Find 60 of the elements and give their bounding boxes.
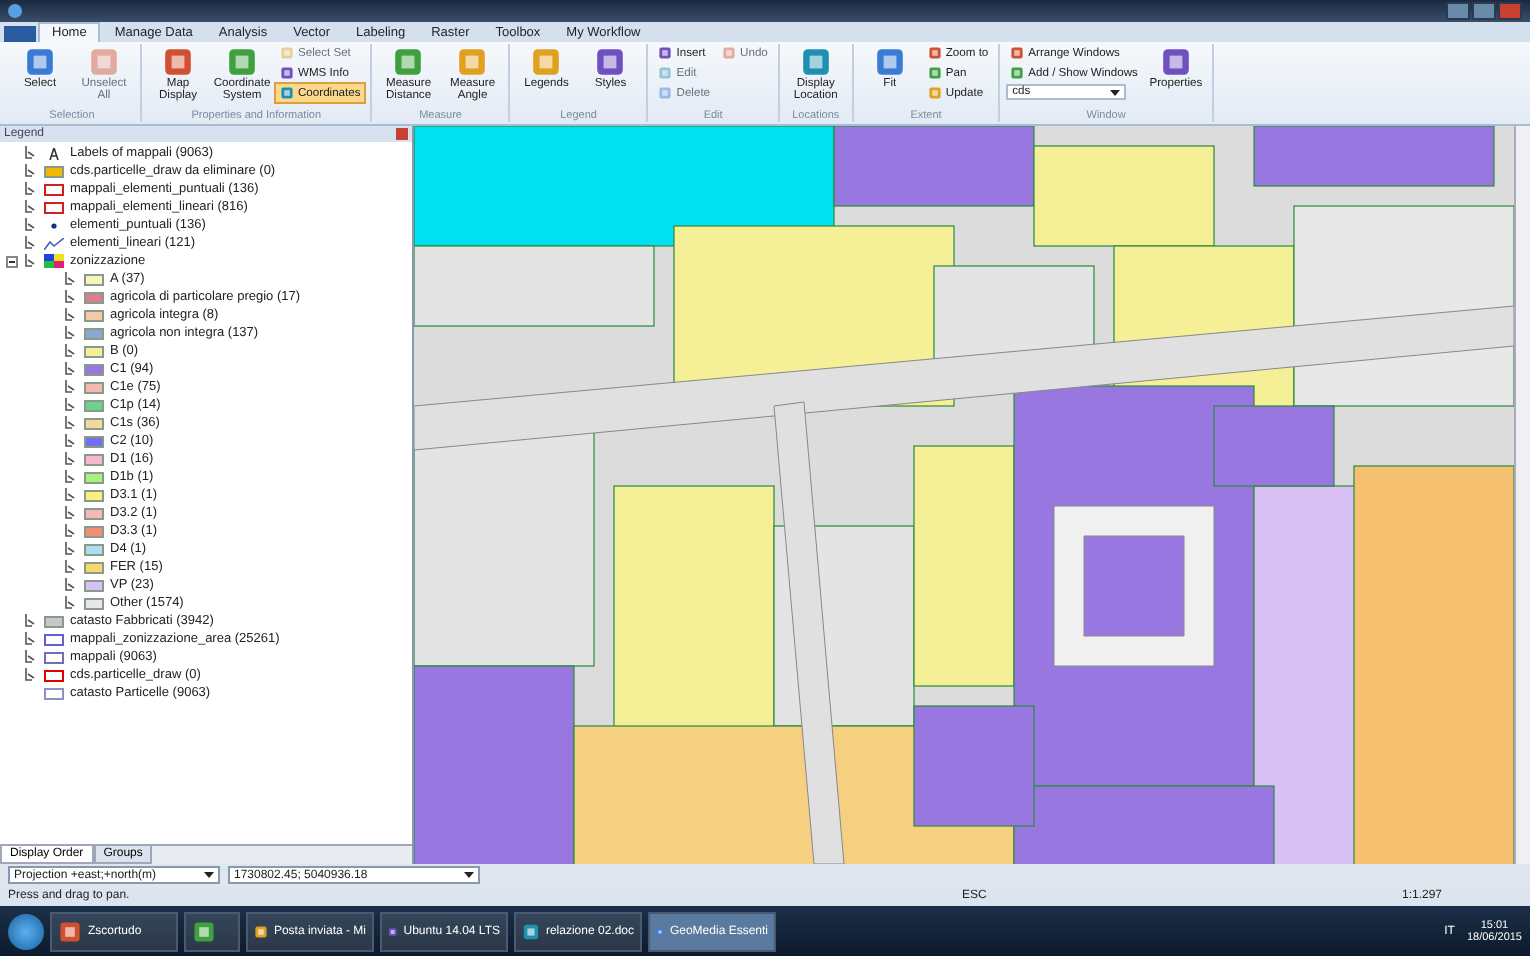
label-icon xyxy=(44,147,64,159)
tool-icon xyxy=(594,46,627,78)
layer-icon[interactable] xyxy=(24,236,38,250)
layer-icon[interactable] xyxy=(64,344,78,358)
tool-icon xyxy=(226,46,258,78)
layer-icon[interactable] xyxy=(64,470,78,484)
layer-icon[interactable] xyxy=(64,542,78,556)
tool-icon xyxy=(1159,46,1192,78)
layer-icon[interactable] xyxy=(64,578,78,592)
app-icon[interactable] xyxy=(8,4,22,18)
layer-icon[interactable] xyxy=(24,182,38,196)
start-button[interactable] xyxy=(8,913,44,949)
tool-icon xyxy=(24,46,56,78)
layer-icon[interactable] xyxy=(64,416,78,430)
caret-icon xyxy=(1110,89,1121,95)
layer-icon[interactable] xyxy=(64,362,78,376)
tool-icon xyxy=(522,919,540,943)
layer-icon[interactable] xyxy=(64,560,78,574)
layer-icon[interactable] xyxy=(24,164,38,178)
tool-icon xyxy=(162,46,194,78)
layer-icon[interactable] xyxy=(64,398,78,412)
layer-icon[interactable] xyxy=(64,596,78,610)
layer-icon[interactable] xyxy=(24,200,38,214)
tool-icon xyxy=(192,919,216,943)
map-drawing[interactable] xyxy=(414,126,1515,864)
layer-icon[interactable] xyxy=(24,632,38,646)
collapse-toggle[interactable] xyxy=(6,255,18,267)
taskbar-button[interactable] xyxy=(184,911,240,951)
tool-icon xyxy=(722,46,737,60)
layer-icon[interactable] xyxy=(64,506,78,520)
layer-icon[interactable] xyxy=(24,650,38,664)
close-button[interactable] xyxy=(396,128,409,140)
layer-icon[interactable] xyxy=(64,326,78,340)
tool-icon xyxy=(799,46,832,78)
tool-icon xyxy=(392,46,425,78)
layer-icon[interactable] xyxy=(24,254,38,268)
layer-icon[interactable] xyxy=(64,452,78,466)
tool-icon xyxy=(456,46,489,78)
tool-icon xyxy=(873,46,906,78)
layer-icon[interactable] xyxy=(24,218,38,232)
maximize-button[interactable] xyxy=(1472,2,1496,20)
tool-icon xyxy=(88,46,120,78)
layer-icon[interactable] xyxy=(24,668,38,682)
layer-icon[interactable] xyxy=(64,434,78,448)
layer-icon[interactable] xyxy=(64,308,78,322)
caret-icon xyxy=(464,872,474,878)
scrollbar[interactable] xyxy=(1514,126,1530,864)
layer-icon[interactable] xyxy=(64,272,78,286)
layer-icon[interactable] xyxy=(24,146,38,160)
minimize-button[interactable] xyxy=(1446,2,1470,20)
caret-icon xyxy=(204,872,214,878)
layer-icon[interactable] xyxy=(64,290,78,304)
tool-icon xyxy=(530,46,563,78)
tool-icon xyxy=(58,919,82,943)
layer-icon[interactable] xyxy=(64,524,78,538)
layer-icon[interactable] xyxy=(64,488,78,502)
layer-icon[interactable] xyxy=(24,614,38,628)
thematic-icon xyxy=(44,254,64,268)
layer-icon[interactable] xyxy=(64,380,78,394)
line-icon xyxy=(44,237,64,249)
